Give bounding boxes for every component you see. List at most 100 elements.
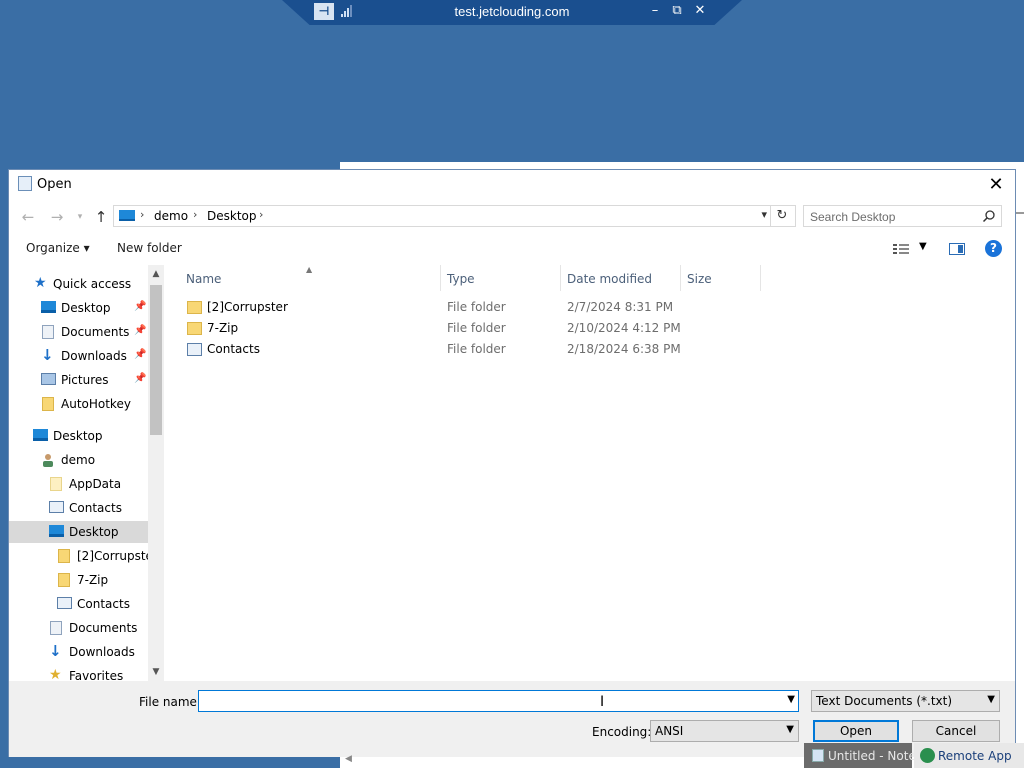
folder-icon bbox=[187, 322, 202, 335]
refresh-icon[interactable]: ↻ bbox=[770, 206, 793, 226]
desktop-icon bbox=[41, 301, 56, 313]
signal-strength-icon bbox=[341, 5, 352, 17]
desktop-icon bbox=[33, 429, 48, 441]
nav-item-desktop-pinned[interactable]: Desktop 📌 bbox=[9, 297, 148, 319]
encoding-label: Encoding: bbox=[592, 725, 652, 739]
pin-icon: 📌 bbox=[134, 301, 147, 312]
documents-icon bbox=[50, 621, 62, 635]
table-row[interactable]: 7-Zip File folder 2/10/2024 4:12 PM bbox=[165, 318, 765, 339]
breadcrumb-demo[interactable]: demo bbox=[154, 209, 188, 223]
chevron-down-icon[interactable]: ▼ bbox=[787, 694, 795, 705]
pin-icon: 📌 bbox=[134, 349, 147, 360]
user-icon bbox=[42, 453, 54, 467]
column-header-date[interactable]: Date modified bbox=[567, 272, 652, 286]
nav-item-contacts-sub[interactable]: Contacts bbox=[9, 593, 148, 615]
nav-item-autohotkey[interactable]: AutoHotkey bbox=[9, 393, 148, 415]
view-options-icon[interactable] bbox=[893, 243, 909, 255]
search-input[interactable] bbox=[808, 208, 980, 226]
folder-icon bbox=[50, 477, 62, 491]
column-header-size[interactable]: Size bbox=[687, 272, 712, 286]
nav-item-contacts[interactable]: Contacts bbox=[9, 497, 148, 519]
notepad-icon bbox=[18, 176, 32, 191]
new-folder-button[interactable]: New folder bbox=[117, 241, 182, 255]
view-options-dropdown[interactable]: ▼ bbox=[919, 241, 927, 252]
nav-item-corrupster[interactable]: [2]Corrupster bbox=[9, 545, 158, 567]
search-icon[interactable] bbox=[982, 209, 996, 223]
notepad-icon bbox=[812, 749, 824, 762]
up-arrow-icon[interactable]: ↑ bbox=[92, 208, 110, 226]
nav-item-favorites[interactable]: ★ Favorites bbox=[9, 665, 148, 681]
scroll-up-icon[interactable]: ▲ bbox=[148, 269, 164, 279]
cancel-button[interactable]: Cancel bbox=[912, 720, 1000, 742]
chevron-right-icon[interactable]: › bbox=[140, 208, 144, 221]
help-icon[interactable]: ? bbox=[985, 240, 1002, 257]
scrollbar-thumb[interactable] bbox=[150, 285, 162, 435]
column-header-type[interactable]: Type bbox=[447, 272, 475, 286]
remote-connection-bar: ⊣ test.jetclouding.com – ⧉ ✕ bbox=[282, 0, 742, 25]
chevron-right-icon[interactable]: › bbox=[259, 208, 263, 221]
dialog-title: Open bbox=[37, 177, 72, 192]
forward-arrow-icon[interactable]: → bbox=[48, 208, 66, 226]
encoding-select[interactable]: ANSI ▼ bbox=[650, 720, 799, 742]
table-row[interactable]: Contacts File folder 2/18/2024 6:38 PM bbox=[165, 339, 765, 360]
nav-item-pictures-pinned[interactable]: Pictures 📌 bbox=[9, 369, 148, 391]
nav-item-quick-access[interactable]: ★ Quick access bbox=[9, 273, 148, 295]
taskbar-item-notepad[interactable]: Untitled - Note... bbox=[804, 743, 927, 768]
downloads-icon: ↓ bbox=[49, 642, 62, 660]
open-file-dialog: Open ✕ ← → ▾ ↑ › demo › Desktop › ▾ ↻ Or… bbox=[8, 169, 1016, 757]
computer-icon bbox=[119, 210, 135, 221]
file-name-field[interactable]: ▼ bbox=[198, 690, 799, 712]
file-name-input[interactable] bbox=[202, 693, 776, 711]
folder-icon bbox=[58, 549, 70, 563]
table-row[interactable]: [2]Corrupster File folder 2/7/2024 8:31 … bbox=[165, 297, 765, 318]
address-bar[interactable]: › demo › Desktop › ▾ ↻ bbox=[113, 205, 796, 227]
nav-item-documents-pinned[interactable]: Documents 📌 bbox=[9, 321, 148, 343]
downloads-icon: ↓ bbox=[41, 346, 54, 364]
nav-scrollbar[interactable]: ▲ ▼ bbox=[148, 265, 164, 681]
taskbar-item-remote-app[interactable]: Remote App bbox=[914, 743, 1024, 768]
search-box[interactable] bbox=[803, 205, 1002, 227]
recent-locations-icon[interactable]: ▾ bbox=[71, 208, 89, 226]
pin-icon: 📌 bbox=[134, 325, 147, 336]
documents-icon bbox=[42, 325, 54, 339]
dialog-close-button[interactable]: ✕ bbox=[983, 172, 1009, 198]
remote-host-name: test.jetclouding.com bbox=[454, 4, 570, 19]
remote-app-icon bbox=[920, 748, 935, 763]
column-header-name[interactable]: Name bbox=[186, 272, 221, 286]
breadcrumb-desktop[interactable]: Desktop bbox=[207, 209, 257, 223]
nav-item-7zip[interactable]: 7-Zip bbox=[9, 569, 148, 591]
file-type-select[interactable]: Text Documents (*.txt) ▼ bbox=[811, 690, 1000, 712]
nav-item-desktop-selected[interactable]: Desktop bbox=[9, 521, 148, 543]
nav-item-desktop-root[interactable]: Desktop bbox=[9, 425, 148, 447]
navigation-pane: ★ Quick access Desktop 📌 Documents 📌 ↓ D… bbox=[9, 265, 164, 681]
pin-icon[interactable]: ⊣ bbox=[314, 3, 334, 20]
open-button[interactable]: Open bbox=[813, 720, 899, 742]
organize-menu[interactable]: Organize ▾ bbox=[26, 241, 90, 255]
pictures-icon bbox=[41, 373, 56, 385]
restore-icon[interactable]: ⧉ bbox=[670, 3, 684, 18]
close-icon[interactable]: ✕ bbox=[693, 3, 707, 18]
folder-icon bbox=[187, 301, 202, 314]
minimize-icon[interactable]: – bbox=[648, 3, 662, 18]
nav-item-demo[interactable]: demo bbox=[9, 449, 148, 471]
star-icon: ★ bbox=[34, 275, 47, 291]
sort-ascending-icon: ▲ bbox=[306, 265, 313, 274]
scroll-left-icon[interactable]: ◀ bbox=[345, 754, 352, 764]
folder-icon bbox=[42, 397, 54, 411]
nav-item-downloads-pinned[interactable]: ↓ Downloads 📌 bbox=[9, 345, 148, 367]
contacts-icon bbox=[57, 597, 72, 609]
chevron-right-icon[interactable]: › bbox=[193, 208, 197, 221]
file-list: ▲ Name Type Date modified Size [2]Corrup… bbox=[165, 265, 1015, 681]
back-arrow-icon[interactable]: ← bbox=[19, 208, 37, 226]
dialog-titlebar[interactable]: Open ✕ bbox=[9, 170, 1015, 200]
nav-item-appdata[interactable]: AppData bbox=[9, 473, 148, 495]
scroll-down-icon[interactable]: ▼ bbox=[148, 667, 164, 677]
pin-icon: 📌 bbox=[134, 373, 147, 384]
preview-pane-icon[interactable] bbox=[949, 243, 965, 255]
star-icon: ★ bbox=[49, 667, 62, 681]
text-cursor-icon: I bbox=[600, 694, 605, 710]
file-name-label: File name: bbox=[139, 695, 201, 709]
nav-item-downloads[interactable]: ↓ Downloads bbox=[9, 641, 148, 663]
chevron-down-icon[interactable]: ▾ bbox=[761, 208, 767, 221]
nav-item-documents[interactable]: Documents bbox=[9, 617, 148, 639]
